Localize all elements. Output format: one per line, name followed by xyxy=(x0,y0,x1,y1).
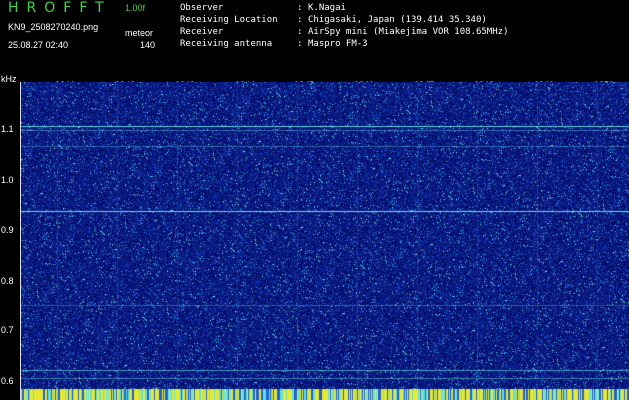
y-tick-label: 0.7 xyxy=(1,325,14,335)
info-value-receiver: AirSpy mini (Miakejima VOR 108.65MHz) xyxy=(308,27,509,37)
info-separator: : xyxy=(297,15,303,25)
filename-label: KN9_2508270240.png xyxy=(8,22,99,32)
y-tick-label: 1.1 xyxy=(1,124,14,134)
info-separator: : xyxy=(297,3,303,13)
version-label: 1.00f xyxy=(125,3,146,13)
spectrogram-canvas[interactable] xyxy=(21,82,629,400)
info-label-observer: Observer xyxy=(180,3,224,13)
header-bar: HROFFT 1.00f KN9_2508270240.png meteor 2… xyxy=(0,0,629,78)
mode-label: meteor xyxy=(125,28,154,38)
info-label-receiver: Receiver xyxy=(180,27,224,37)
app-title: HROFFT xyxy=(8,0,112,16)
info-label-antenna: Receiving antenna xyxy=(180,39,273,49)
count-label: 140 xyxy=(140,40,156,50)
info-separator: : xyxy=(297,27,303,37)
y-tick-label: 1.0 xyxy=(1,175,14,185)
info-label-location: Receiving Location xyxy=(180,15,278,25)
y-tick-label: 0.6 xyxy=(1,376,14,386)
info-value-antenna: Maspro FM-3 xyxy=(308,39,368,49)
y-tick-label: 0.8 xyxy=(1,276,14,286)
datetime-label: 25.08.27 02:40 xyxy=(8,40,69,50)
info-value-location: Chigasaki, Japan (139.414 35.340) xyxy=(308,15,487,25)
info-value-observer: K.Nagai xyxy=(308,3,346,13)
y-tick-label: 0.9 xyxy=(1,225,14,235)
y-axis-unit: kHz xyxy=(1,74,17,84)
info-separator: : xyxy=(297,39,303,49)
